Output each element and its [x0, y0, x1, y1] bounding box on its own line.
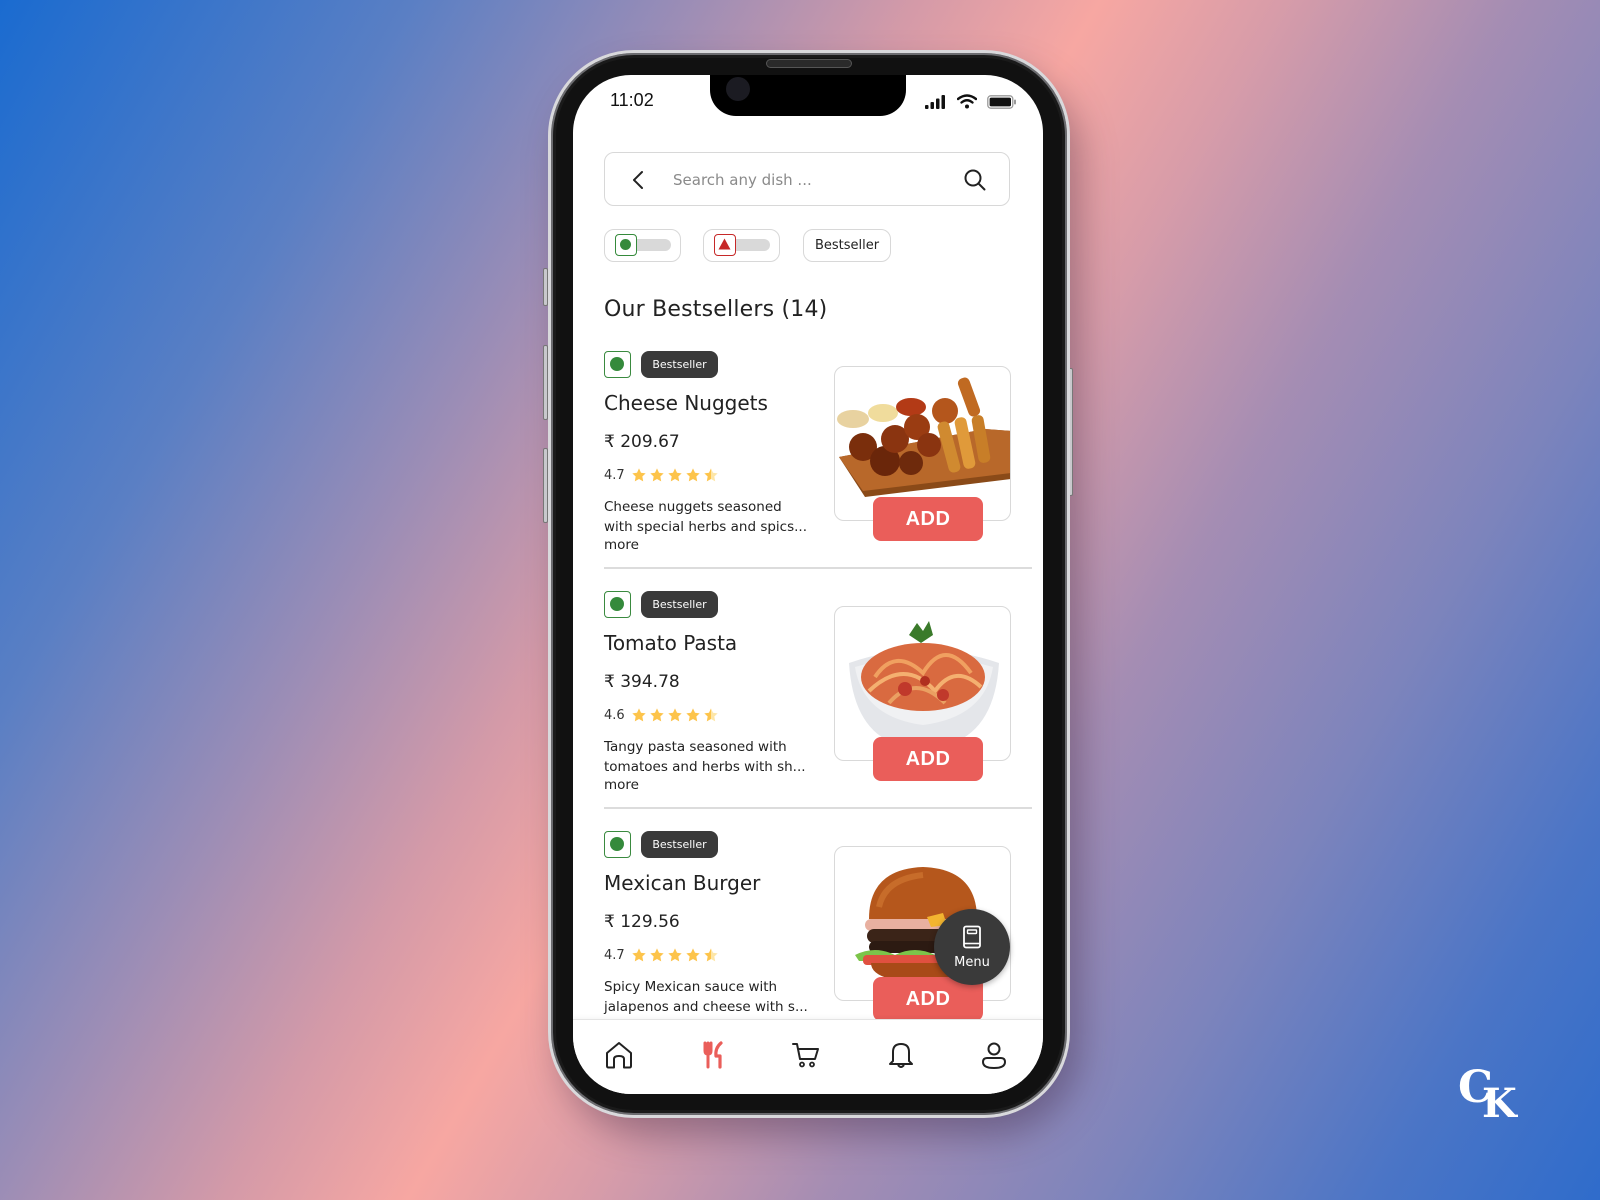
dish-price: ₹ 209.67 — [604, 432, 680, 452]
nav-notifications[interactable] — [886, 1040, 920, 1074]
fork-knife-icon — [703, 1041, 723, 1069]
phone-screen: 11:02 Search any dish ... Bestseller Our… — [573, 75, 1043, 1094]
more-link[interactable]: more — [604, 537, 639, 553]
star-full-icon — [686, 468, 700, 482]
status-icons — [925, 94, 1017, 109]
veg-icon — [604, 351, 631, 378]
dish-description: Tangy pasta seasoned with tomatoes and h… — [604, 739, 806, 775]
search-bar — [604, 152, 1010, 206]
front-camera — [726, 77, 750, 101]
bestseller-filter-chip[interactable]: Bestseller — [803, 229, 891, 262]
home-icon — [606, 1042, 632, 1069]
divider — [604, 807, 1032, 809]
divider — [604, 567, 1032, 569]
rating-value: 4.7 — [604, 947, 625, 963]
star-full-icon — [650, 948, 664, 962]
status-time: 11:02 — [610, 90, 654, 110]
book-icon — [963, 925, 981, 949]
nav-home[interactable] — [604, 1040, 638, 1074]
chevron-left-icon[interactable] — [631, 170, 645, 190]
star-full-icon — [632, 708, 646, 722]
search-input[interactable] — [673, 165, 953, 195]
dish-name[interactable]: Cheese Nuggets — [604, 391, 768, 415]
star-full-icon — [686, 708, 700, 722]
star-full-icon — [650, 708, 664, 722]
battery-icon — [987, 94, 1016, 109]
cart-icon — [792, 1043, 819, 1068]
more-link[interactable]: more — [604, 777, 639, 793]
user-icon — [981, 1042, 1007, 1070]
dish-rating: 4.7 — [604, 947, 719, 963]
veg-icon — [615, 234, 637, 256]
dish-name[interactable]: Mexican Burger — [604, 871, 760, 895]
star-full-icon — [650, 468, 664, 482]
dish-card: Bestseller Cheese Nuggets ₹ 209.67 4.7 C… — [604, 351, 1032, 591]
bottom-nav — [573, 1019, 1043, 1094]
signal-icon — [925, 94, 945, 109]
star-rating — [631, 707, 719, 723]
add-button[interactable]: ADD — [873, 737, 983, 781]
non-veg-filter-toggle[interactable] — [703, 229, 780, 262]
bestseller-badge: Bestseller — [641, 591, 718, 618]
wifi-icon — [957, 94, 977, 109]
veg-icon — [604, 591, 631, 618]
rating-value: 4.7 — [604, 467, 625, 483]
search-icon[interactable] — [963, 168, 987, 192]
star-half-icon — [704, 948, 718, 962]
chip-label: Bestseller — [814, 238, 880, 253]
dish-rating: 4.6 — [604, 707, 719, 723]
star-full-icon — [686, 948, 700, 962]
star-rating — [631, 947, 719, 963]
fab-label: Menu — [954, 955, 990, 970]
star-half-icon — [704, 468, 718, 482]
star-full-icon — [632, 468, 646, 482]
star-full-icon — [668, 948, 682, 962]
section-title: Our Bestsellers (14) — [604, 297, 828, 322]
add-button[interactable]: ADD — [873, 497, 983, 541]
watermark-k: K — [1482, 1080, 1517, 1127]
nav-menu[interactable] — [699, 1040, 733, 1074]
dish-price: ₹ 394.78 — [604, 672, 680, 692]
star-rating — [631, 467, 719, 483]
veg-filter-toggle[interactable] — [604, 229, 681, 262]
nav-profile[interactable] — [979, 1040, 1013, 1074]
bell-icon — [889, 1043, 913, 1068]
star-full-icon — [668, 708, 682, 722]
speaker-grille — [766, 59, 852, 68]
non-veg-icon — [714, 234, 736, 256]
menu-fab-button[interactable]: Menu — [934, 909, 1010, 985]
nav-cart[interactable] — [791, 1040, 825, 1074]
dish-price: ₹ 129.56 — [604, 912, 680, 932]
star-full-icon — [668, 468, 682, 482]
star-half-icon — [704, 708, 718, 722]
rating-value: 4.6 — [604, 707, 625, 723]
bestseller-badge: Bestseller — [641, 831, 718, 858]
dish-name[interactable]: Tomato Pasta — [604, 631, 737, 655]
dish-description: Cheese nuggets seasoned with special her… — [604, 499, 808, 535]
dish-rating: 4.7 — [604, 467, 719, 483]
star-full-icon — [632, 948, 646, 962]
bestseller-badge: Bestseller — [641, 351, 718, 378]
dish-description: Spicy Mexican sauce with jalapenos and c… — [604, 979, 808, 1015]
notch — [710, 75, 906, 116]
dish-card: Bestseller Tomato Pasta ₹ 394.78 4.6 Tan… — [604, 591, 1032, 831]
veg-icon — [604, 831, 631, 858]
